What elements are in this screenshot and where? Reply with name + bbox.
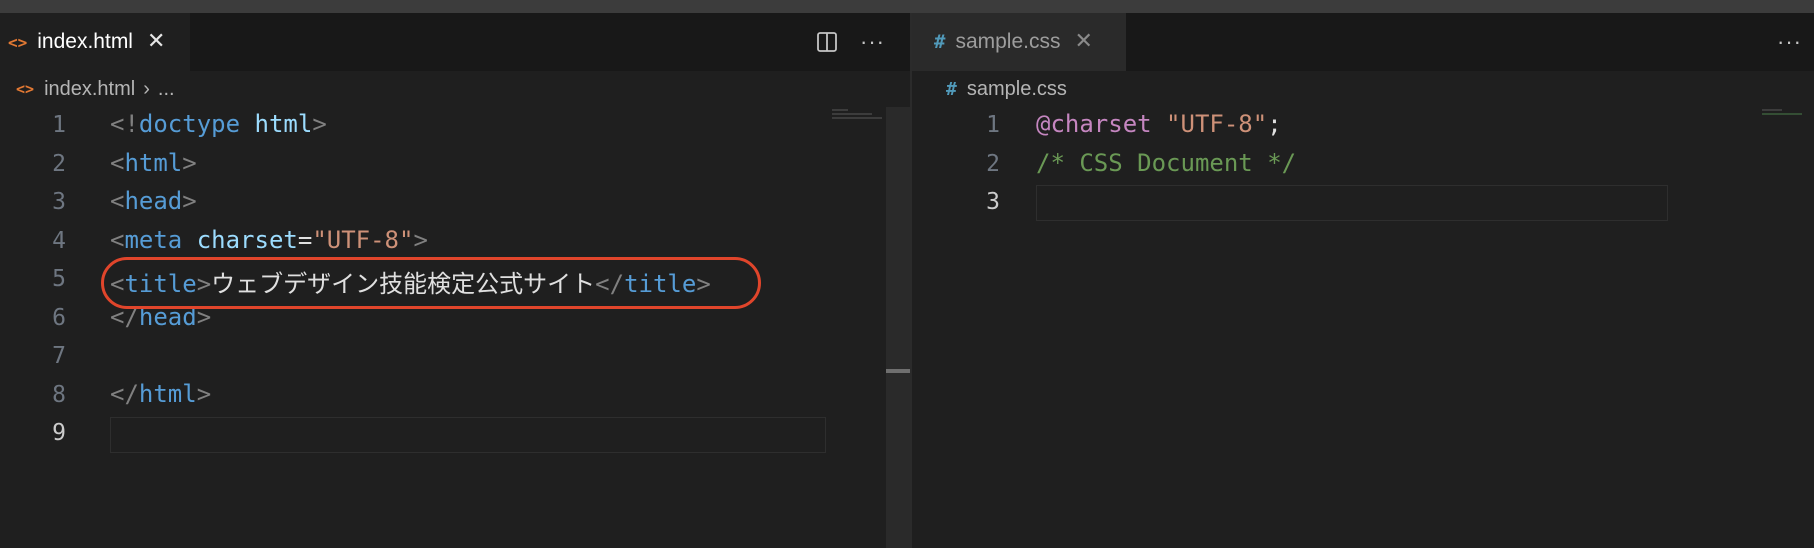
code-line[interactable]: <meta charset="UTF-8"> [110, 226, 428, 254]
tab-bar-right: # sample.css ✕ ··· [912, 13, 1814, 71]
close-icon[interactable]: ✕ [1074, 31, 1092, 53]
line-number: 1 [52, 112, 66, 138]
code-token: ; [1267, 110, 1282, 138]
code-token: </ [110, 379, 139, 408]
code-line[interactable]: @charset "UTF-8"; [1036, 110, 1282, 138]
code-token: html [138, 379, 197, 408]
current-line-highlight [1036, 185, 1668, 221]
minimap [832, 117, 882, 119]
line-number: 3 [986, 189, 1000, 215]
code-token: < [110, 225, 125, 254]
html-file-icon: <> [8, 32, 28, 52]
css-file-icon: # [934, 31, 946, 53]
html-file-icon: <> [16, 80, 35, 98]
code-token: meta [124, 225, 183, 254]
code-token: < [110, 148, 125, 177]
minimap [832, 113, 872, 115]
code-token: @charset [1036, 110, 1152, 138]
breadcrumb-file[interactable]: index.html [44, 78, 135, 101]
code-line[interactable]: /* CSS Document */ [1036, 149, 1296, 177]
tab-bar-left: <> index.html ✕ ··· [0, 13, 910, 71]
line-number: 2 [52, 150, 66, 177]
code-token: /* CSS Document */ [1036, 148, 1297, 177]
scrollbar-thumb[interactable] [886, 369, 910, 373]
code-token: > [196, 379, 212, 408]
code-token: < [110, 187, 125, 215]
minimap [1762, 113, 1802, 115]
split-editor-icon [817, 32, 837, 52]
code-line[interactable]: <!doctype html> [110, 110, 327, 138]
code-token: "UTF-8" [312, 225, 414, 254]
line-number: 4 [52, 227, 66, 254]
code-token: head [124, 187, 183, 215]
split-editor-button[interactable] [816, 13, 838, 71]
code-token: > [413, 225, 428, 254]
code-token: > [182, 187, 197, 215]
line-number: 7 [52, 343, 66, 369]
editor-group-left: <> index.html ✕ ··· <> index.html › ... … [0, 13, 910, 548]
line-number: 2 [986, 150, 1000, 177]
breadcrumb-rest[interactable]: ... [158, 78, 175, 101]
line-number: 5 [52, 266, 66, 292]
code-line[interactable]: <head> [110, 187, 197, 215]
breadcrumb-separator: › [143, 77, 150, 100]
tab-label: sample.css [955, 30, 1061, 53]
line-number: 3 [52, 189, 66, 215]
code-line[interactable]: </html> [110, 380, 211, 408]
css-file-icon: # [946, 78, 957, 100]
breadcrumb-file[interactable]: sample.css [967, 78, 1067, 101]
tab-sample-css[interactable]: # sample.css ✕ [912, 13, 1126, 71]
minimap [832, 109, 848, 111]
annotation-highlight [101, 257, 761, 309]
breadcrumb: <> index.html › ... [0, 71, 910, 107]
code-token: <! [110, 110, 139, 138]
code-token: charset [196, 225, 298, 254]
breadcrumb: # sample.css [912, 71, 1814, 107]
tab-label: index.html [37, 30, 133, 53]
code-token: doctype [138, 110, 241, 138]
more-actions-button[interactable]: ··· [1777, 13, 1802, 71]
line-number: 6 [52, 304, 66, 331]
vertical-scrollbar[interactable] [886, 107, 910, 548]
code-token: html [254, 110, 313, 138]
code-line[interactable]: <html> [110, 149, 197, 177]
line-number: 1 [986, 112, 1000, 138]
code-token: html [124, 148, 183, 177]
title-bar-strip [0, 0, 1814, 13]
code-token: = [297, 225, 313, 254]
line-number: 8 [52, 381, 66, 408]
more-actions-button[interactable]: ··· [860, 13, 885, 71]
code-token: "UTF-8" [1166, 110, 1268, 138]
tab-index-html[interactable]: <> index.html ✕ [0, 13, 190, 71]
close-icon[interactable]: ✕ [147, 31, 165, 53]
current-line-highlight [110, 417, 826, 453]
code-token: > [182, 148, 197, 177]
code-token: > [312, 110, 327, 138]
editor-group-right: # sample.css ✕ ··· # sample.css 1 @charse… [912, 13, 1814, 548]
minimap [1762, 109, 1782, 111]
line-number: 9 [52, 420, 66, 446]
